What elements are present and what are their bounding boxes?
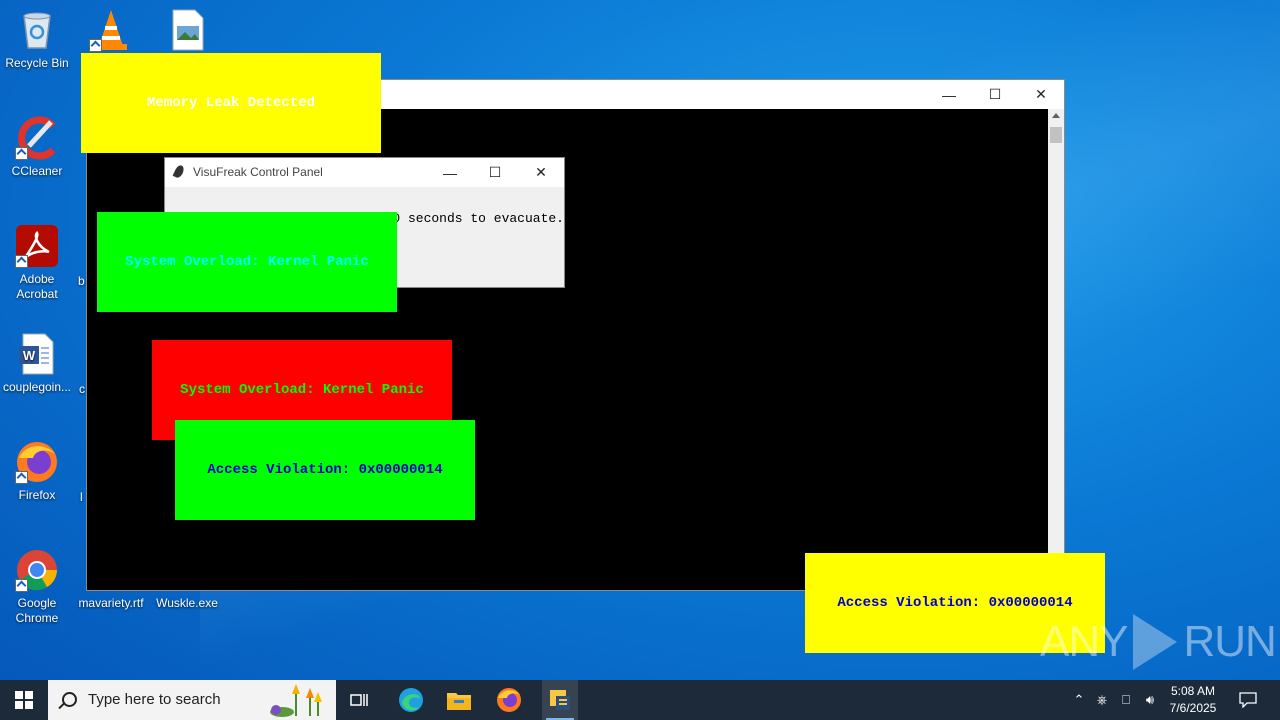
desktop-icon-partial-b[interactable]: b bbox=[74, 274, 86, 289]
scroll-up-arrow-icon[interactable] bbox=[1052, 113, 1060, 118]
edge-icon bbox=[399, 688, 423, 712]
desktop-icon-label: Wuskle.exe bbox=[156, 596, 218, 610]
system-tray: ⌃ ⎈ ⎕ 🔊︎ bbox=[1068, 680, 1162, 720]
desktop-icon-label: Google Chrome bbox=[15, 596, 59, 625]
folder-icon bbox=[447, 693, 471, 710]
minimize-button[interactable]: — bbox=[926, 80, 972, 109]
window-titlebar[interactable]: VisuFreak Control Panel — ☐ ✕ bbox=[165, 158, 564, 187]
task-view-button[interactable] bbox=[345, 685, 375, 715]
network-icon[interactable]: ⎕ bbox=[1114, 692, 1138, 708]
shortcut-arrow-icon bbox=[15, 147, 28, 160]
desktop-icon-label: Firefox bbox=[18, 488, 56, 502]
shortcut-arrow-icon bbox=[15, 579, 28, 592]
vertical-scrollbar[interactable] bbox=[1048, 109, 1064, 590]
notification-icon bbox=[1239, 692, 1257, 708]
desktop-icon-label: c bbox=[79, 382, 85, 396]
watermark-text-left: ANY bbox=[1040, 617, 1128, 666]
desktop-icon-word-document[interactable]: W couplegoin... bbox=[0, 332, 74, 395]
scrollbar-thumb[interactable] bbox=[1050, 127, 1062, 143]
windows-logo-icon bbox=[15, 691, 33, 709]
popup-memory-leak[interactable]: Memory Leak Detected bbox=[81, 53, 381, 153]
close-button[interactable]: ✕ bbox=[518, 158, 564, 187]
chrome-icon bbox=[15, 548, 59, 592]
close-button[interactable]: ✕ bbox=[1018, 80, 1064, 109]
window-title: VisuFreak Control Panel bbox=[193, 165, 323, 179]
desktop-icon-firefox[interactable]: Firefox bbox=[0, 440, 74, 503]
desktop-icon-label: Adobe Acrobat bbox=[16, 272, 58, 301]
taskbar: Type here to search ⌃ ⎈ ⎕ 🔊︎ 5:08 AM 7/6… bbox=[0, 680, 1280, 720]
desktop-icon-adobe-acrobat[interactable]: Adobe Acrobat bbox=[0, 224, 74, 302]
desktop-icon-recycle-bin[interactable]: Recycle Bin bbox=[0, 8, 74, 71]
anyrun-watermark: ANY RUN bbox=[1040, 612, 1277, 672]
start-button[interactable] bbox=[0, 680, 48, 720]
desktop-icon-label: mavariety.rtf bbox=[78, 596, 144, 610]
desktop-icon-label: CCleaner bbox=[11, 164, 63, 178]
desktop-icon-google-chrome[interactable]: Google Chrome bbox=[0, 548, 74, 626]
ccleaner-icon bbox=[15, 116, 59, 160]
desktop-icon-label: couplegoin... bbox=[2, 380, 72, 394]
edge-taskbar-button[interactable] bbox=[396, 685, 426, 715]
watermark-text-right: RUN bbox=[1183, 617, 1276, 666]
file-explorer-taskbar-button[interactable] bbox=[444, 685, 474, 715]
desktop-icon-vlc[interactable] bbox=[74, 8, 148, 56]
word-document-icon: W bbox=[15, 332, 59, 376]
popup-access-violation-green[interactable]: Access Violation: 0x00000014 bbox=[175, 420, 475, 520]
meet-now-icon[interactable]: ⎈ bbox=[1090, 692, 1114, 708]
desktop-icon-partial-c[interactable]: c bbox=[74, 382, 86, 397]
python-app-icon bbox=[550, 690, 570, 710]
chevron-up-icon[interactable]: ⌃ bbox=[1068, 692, 1090, 708]
adobe-acrobat-icon bbox=[15, 224, 59, 268]
feather-icon bbox=[172, 163, 186, 180]
shortcut-arrow-icon bbox=[15, 255, 28, 268]
search-placeholder: Type here to search bbox=[88, 691, 221, 708]
popup-text: Access Violation: 0x00000014 bbox=[837, 595, 1073, 611]
search-icon bbox=[62, 692, 77, 707]
firefox-icon bbox=[15, 440, 59, 484]
clock-date: 7/6/2025 bbox=[1169, 701, 1217, 715]
play-triangle-icon bbox=[1133, 614, 1178, 670]
taskbar-search-box[interactable]: Type here to search bbox=[48, 680, 336, 720]
volume-icon[interactable]: 🔊︎ bbox=[1138, 692, 1162, 708]
clock-time: 5:08 AM bbox=[1170, 684, 1216, 698]
popup-text: System Overload: Kernel Panic bbox=[125, 254, 369, 270]
desktop-icon-image-file[interactable] bbox=[150, 8, 224, 56]
shortcut-arrow-icon bbox=[15, 471, 28, 484]
taskbar-clock[interactable]: 5:08 AM 7/6/2025 bbox=[1160, 683, 1226, 717]
popup-text: System Overload: Kernel Panic bbox=[180, 382, 424, 398]
desktop-icon-label: l bbox=[80, 490, 83, 504]
minimize-button[interactable]: — bbox=[427, 158, 473, 187]
firefox-taskbar-button[interactable] bbox=[494, 685, 524, 715]
notification-center-button[interactable] bbox=[1234, 680, 1262, 720]
recycle-bin-icon bbox=[15, 8, 59, 52]
maximize-button[interactable]: ☐ bbox=[972, 80, 1018, 109]
popup-kernel-panic-green[interactable]: System Overload: Kernel Panic bbox=[97, 212, 397, 312]
shortcut-arrow-icon bbox=[89, 39, 102, 52]
vlc-cone-icon bbox=[89, 8, 133, 52]
popup-text: Access Violation: 0x00000014 bbox=[207, 462, 443, 478]
maximize-button[interactable]: ☐ bbox=[472, 158, 518, 187]
popup-text: Memory Leak Detected bbox=[146, 95, 316, 111]
desktop-icon-label: b bbox=[78, 274, 85, 288]
svg-text:W: W bbox=[23, 348, 36, 363]
task-view-icon bbox=[350, 694, 368, 706]
python-app-taskbar-button[interactable] bbox=[542, 680, 578, 720]
desktop-icon-label: Recycle Bin bbox=[5, 56, 69, 70]
flowers-decoration-icon bbox=[270, 684, 322, 717]
desktop-icon-ccleaner[interactable]: CCleaner bbox=[0, 116, 74, 179]
desktop-icon-partial-l[interactable]: l bbox=[74, 490, 86, 505]
image-file-icon bbox=[165, 8, 209, 52]
firefox-icon bbox=[497, 688, 521, 712]
